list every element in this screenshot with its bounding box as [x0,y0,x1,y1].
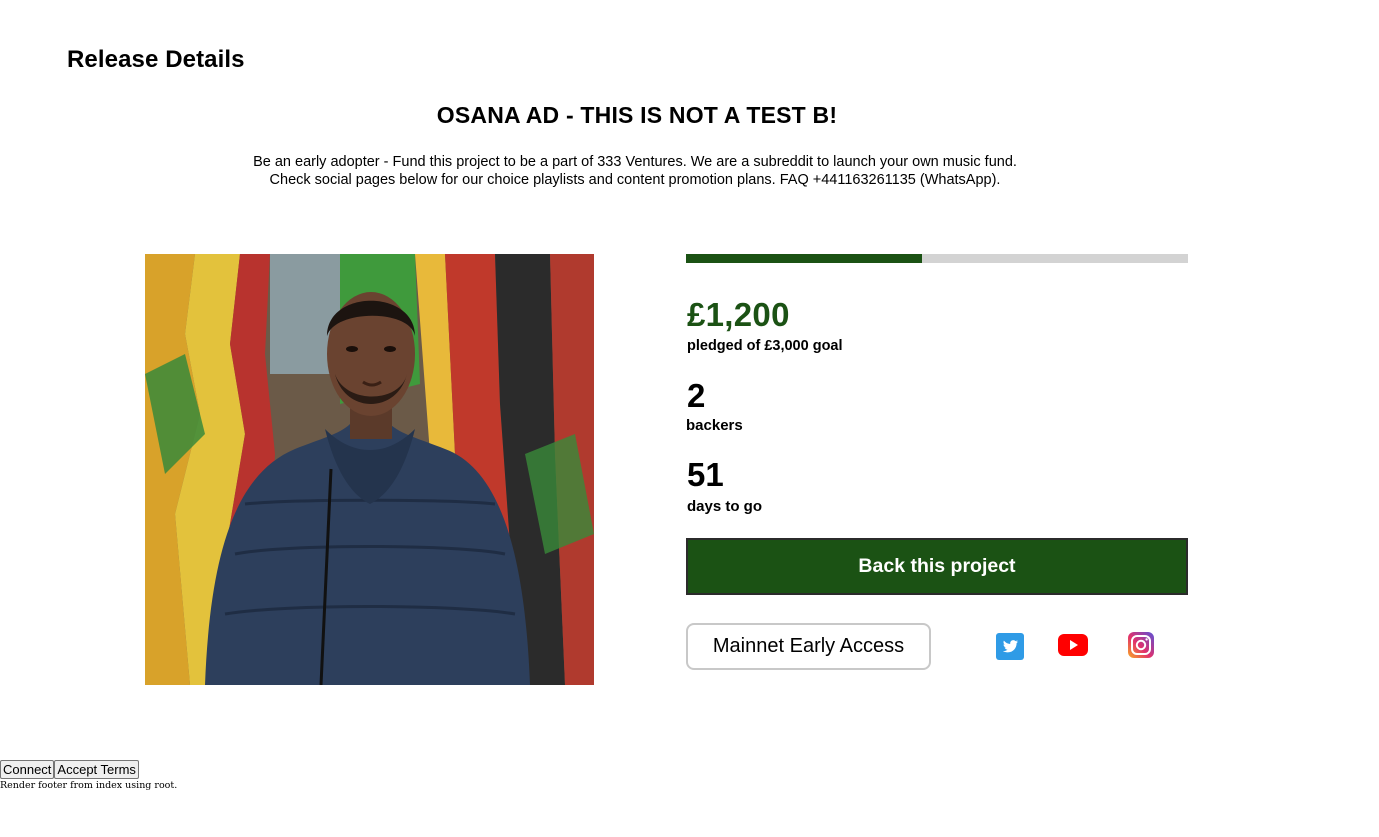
days-to-go-label: days to go [687,498,763,515]
page-heading: Release Details [67,46,245,73]
funding-progress-bar [686,254,1188,263]
footer-buttons: Connect Accept Terms [0,760,139,779]
description-line-2: Check social pages below for our choice … [269,172,1001,188]
release-title: OSANA AD - THIS IS NOT A TEST B! [436,102,838,128]
backers-label: backers [686,417,743,434]
instagram-icon[interactable] [1128,632,1154,658]
twitter-icon[interactable] [996,633,1024,660]
funding-panel: £1,200 pledged of £3,000 goal 2 backers … [686,254,1188,670]
description-line-1: Be an early adopter - Fund this project … [253,154,1017,170]
pledged-label: pledged of £3,000 goal [687,338,843,354]
release-description: Be an early adopter - Fund this project … [0,153,1270,189]
pledged-amount: £1,200 [687,296,790,333]
accept-terms-button[interactable]: Accept Terms [54,760,139,779]
back-project-button[interactable]: Back this project [686,538,1188,595]
artist-photo [145,254,594,685]
days-to-go-count: 51 [687,456,724,493]
footer-note: Render footer from index using root. [0,780,178,791]
artist-photo-illustration [145,254,594,685]
mainnet-early-access-button[interactable]: Mainnet Early Access [686,623,931,670]
funding-progress-fill [686,254,922,263]
youtube-icon[interactable] [1058,634,1088,656]
backers-count: 2 [687,377,706,414]
connect-button[interactable]: Connect [0,760,55,779]
